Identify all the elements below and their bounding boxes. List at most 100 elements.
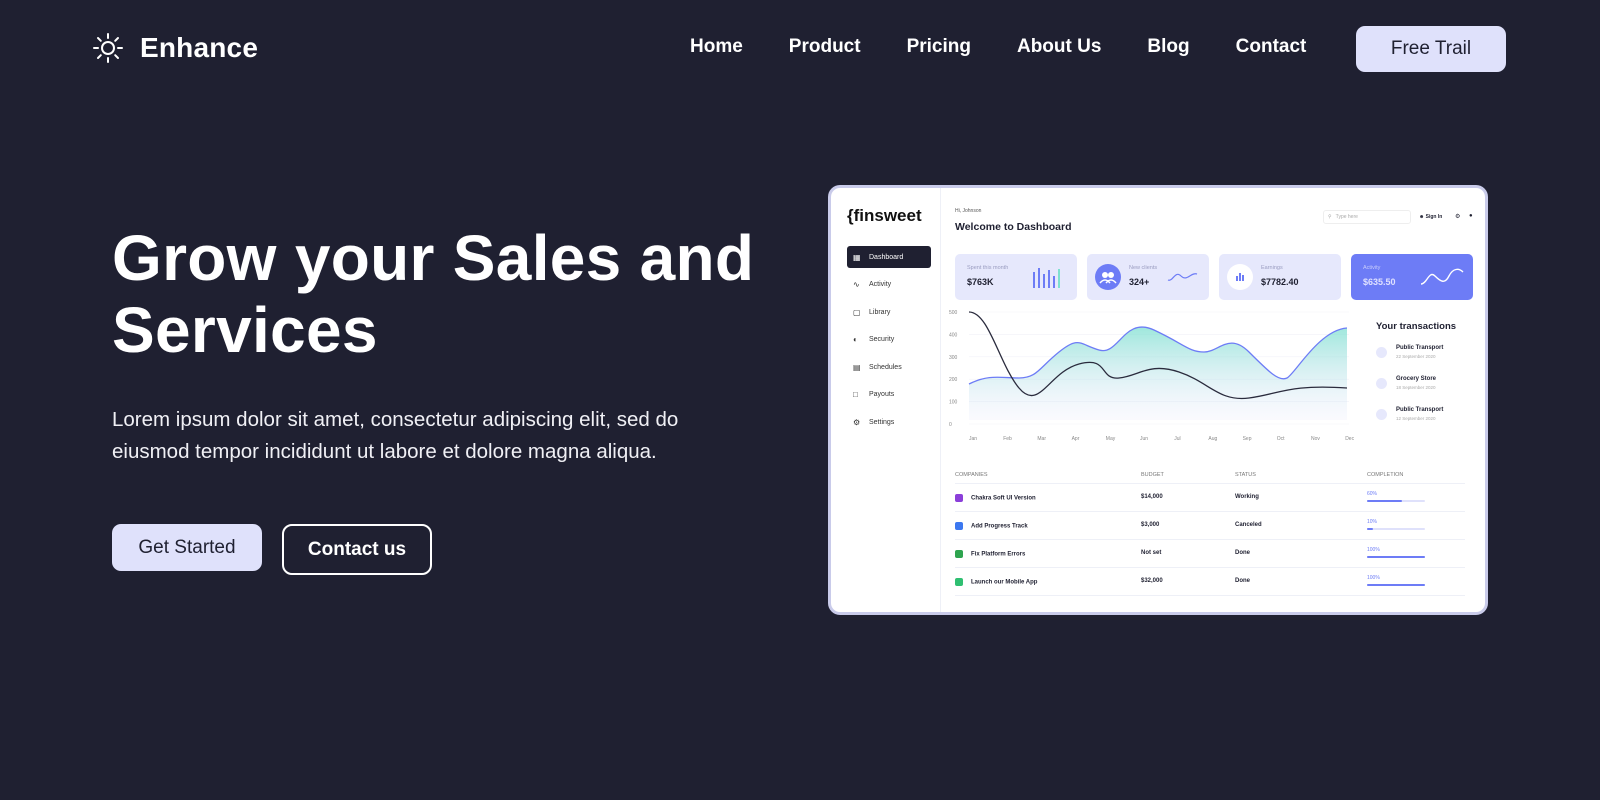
completion-bar <box>1367 500 1425 502</box>
status-cell: Done <box>1235 578 1250 584</box>
mini-trend-icon <box>1167 273 1198 281</box>
nav-product[interactable]: Product <box>789 36 861 58</box>
dashboard-user: Hi, Johnson <box>955 208 982 214</box>
company-cell: Add Progress Track <box>955 522 1028 530</box>
area-series-fill <box>969 327 1347 420</box>
sign-in-link[interactable]: ☻ Sign In <box>1419 214 1442 220</box>
sidebar-item-label: Library <box>869 308 891 316</box>
y-tick-label: 300 <box>949 355 958 361</box>
chart-x-ticks: Jan Feb Mar Apr May Jun Jul Aug Sep Oct Nov Dec <box>969 436 1355 442</box>
x-tick-label: Jul <box>1174 436 1180 442</box>
grid-icon: ▦ <box>853 252 861 262</box>
x-tick-label: Sep <box>1243 436 1252 442</box>
bell-icon[interactable]: ● <box>1469 213 1473 219</box>
nav-about-us[interactable]: About Us <box>1017 36 1101 58</box>
x-tick-label: Feb <box>1003 436 1012 442</box>
transaction-item[interactable]: Public Transport 22 September 2020 <box>1376 343 1485 367</box>
contact-us-button[interactable]: Contact us <box>282 524 432 575</box>
sidebar-item-settings[interactable]: ⚙ Settings <box>847 411 931 433</box>
transaction-item[interactable]: Grocery Store 18 September 2020 <box>1376 374 1485 398</box>
company-name: Fix Platform Errors <box>971 551 1026 558</box>
sidebar-item-label: Security <box>869 336 895 343</box>
stat-label: Spent this month <box>967 265 1009 271</box>
stat-value: 324+ <box>1129 277 1150 287</box>
nav-menu: Home Product Pricing About Us Blog Conta… <box>690 36 1306 58</box>
completion-text: 10% <box>1367 519 1378 525</box>
dashboard-area-chart: 500 400 300 200 100 0 Jan Feb Mar Apr May Jun Jul Au… <box>949 310 1355 442</box>
sidebar-item-label: Dashboard <box>869 253 904 261</box>
y-tick-label: 400 <box>949 332 958 338</box>
search-icon: ⚲ <box>1328 214 1332 220</box>
completion-fill <box>1367 528 1373 530</box>
status-cell: Done <box>1235 550 1250 556</box>
dashboard-sidebar: {finsweet ▦ Dashboard ∿ Activity ▢ Library ◐ Se… <box>831 188 941 612</box>
completion-fill <box>1367 584 1425 586</box>
free-trial-button[interactable]: Free Trail <box>1356 26 1506 72</box>
dashboard-welcome: Welcome to Dashboard <box>955 221 1072 233</box>
transaction-date: 12 September 2020 <box>1396 416 1436 421</box>
sidebar-item-security[interactable]: ◐ Security <box>847 329 931 351</box>
hero-description-line1: Lorem ipsum dolor sit amet, consectetur … <box>112 408 679 431</box>
status-cell: Canceled <box>1235 522 1262 528</box>
budget-cell: $14,000 <box>1141 494 1163 500</box>
nav-pricing[interactable]: Pricing <box>907 36 971 58</box>
sign-in-label: Sign In <box>1425 214 1443 220</box>
budget-cell: $32,000 <box>1141 578 1163 584</box>
company-cell: Chakra Soft UI Version <box>955 494 1036 502</box>
projects-table: COMPANIES BUDGET STATUS COMPLETION Chakr… <box>955 468 1465 596</box>
dashboard-nav: ▦ Dashboard ∿ Activity ▢ Library ◐ Security ▤ Sch… <box>847 246 931 439</box>
gear-icon: ⚙ <box>853 417 861 427</box>
stat-card-clients: New clients 324+ <box>1087 254 1209 300</box>
completion-fill <box>1367 500 1402 502</box>
sidebar-item-payouts[interactable]: □ Payouts <box>847 384 931 406</box>
company-name: Chakra Soft UI Version <box>971 495 1036 502</box>
completion-fill <box>1367 556 1425 558</box>
transaction-icon <box>1376 378 1387 389</box>
completion-cell: 100% <box>1367 547 1425 558</box>
table-header-companies: COMPANIES <box>955 472 988 478</box>
dashboard-search-input[interactable]: ⚲ Type here <box>1323 210 1411 224</box>
table-row[interactable]: Fix Platform Errors Not set Done 100% <box>955 540 1465 568</box>
company-icon <box>955 578 963 586</box>
completion-cell: 100% <box>1367 575 1425 586</box>
top-navbar: Enhance Home Product Pricing About Us Bl… <box>0 0 1600 98</box>
sidebar-item-label: Schedules <box>869 363 902 371</box>
gear-icon[interactable]: ⚙ <box>1455 213 1460 220</box>
get-started-button[interactable]: Get Started <box>112 524 262 571</box>
company-name: Launch our Mobile App <box>971 579 1038 586</box>
transaction-name: Public Transport <box>1396 407 1444 413</box>
sidebar-item-dashboard[interactable]: ▦ Dashboard <box>847 246 931 268</box>
transaction-date: 18 September 2020 <box>1396 385 1436 390</box>
stat-card-activity: Activity $635.50 <box>1351 254 1473 300</box>
nav-blog[interactable]: Blog <box>1147 36 1189 58</box>
completion-bar <box>1367 528 1425 530</box>
company-name: Add Progress Track <box>971 523 1028 530</box>
table-header-row: COMPANIES BUDGET STATUS COMPLETION <box>955 468 1465 484</box>
activity-icon: ∿ <box>853 280 860 289</box>
x-tick-label: Aug <box>1208 436 1217 442</box>
nav-home[interactable]: Home <box>690 36 743 58</box>
table-row[interactable]: Chakra Soft UI Version $14,000 Working 60% <box>955 484 1465 512</box>
mini-bars-icon <box>1033 268 1060 288</box>
sidebar-item-label: Payouts <box>869 391 895 398</box>
transaction-name: Public Transport <box>1396 345 1444 351</box>
wallet-icon: □ <box>853 390 858 399</box>
table-header-completion: COMPLETION <box>1367 472 1404 478</box>
sidebar-item-library[interactable]: ▢ Library <box>847 301 931 323</box>
x-tick-label: Jun <box>1140 436 1148 442</box>
hero-description: Lorem ipsum dolor sit amet, consectetur … <box>112 404 772 468</box>
nav-contact[interactable]: Contact <box>1236 36 1307 58</box>
transaction-item[interactable]: Public Transport 12 September 2020 <box>1376 405 1485 429</box>
stat-label: New clients <box>1129 265 1158 271</box>
x-tick-label: Nov <box>1311 436 1320 442</box>
completion-text: 60% <box>1367 491 1378 497</box>
mini-wave-icon <box>1420 268 1464 285</box>
sidebar-item-activity[interactable]: ∿ Activity <box>847 274 931 296</box>
transaction-date: 22 September 2020 <box>1396 354 1436 359</box>
brand[interactable]: Enhance <box>92 32 258 64</box>
sidebar-item-schedules[interactable]: ▤ Schedules <box>847 356 931 378</box>
table-row[interactable]: Add Progress Track $3,000 Canceled 10% <box>955 512 1465 540</box>
company-icon <box>955 494 963 502</box>
x-tick-label: Apr <box>1072 436 1080 442</box>
table-row[interactable]: Launch our Mobile App $32,000 Done 100% <box>955 568 1465 596</box>
